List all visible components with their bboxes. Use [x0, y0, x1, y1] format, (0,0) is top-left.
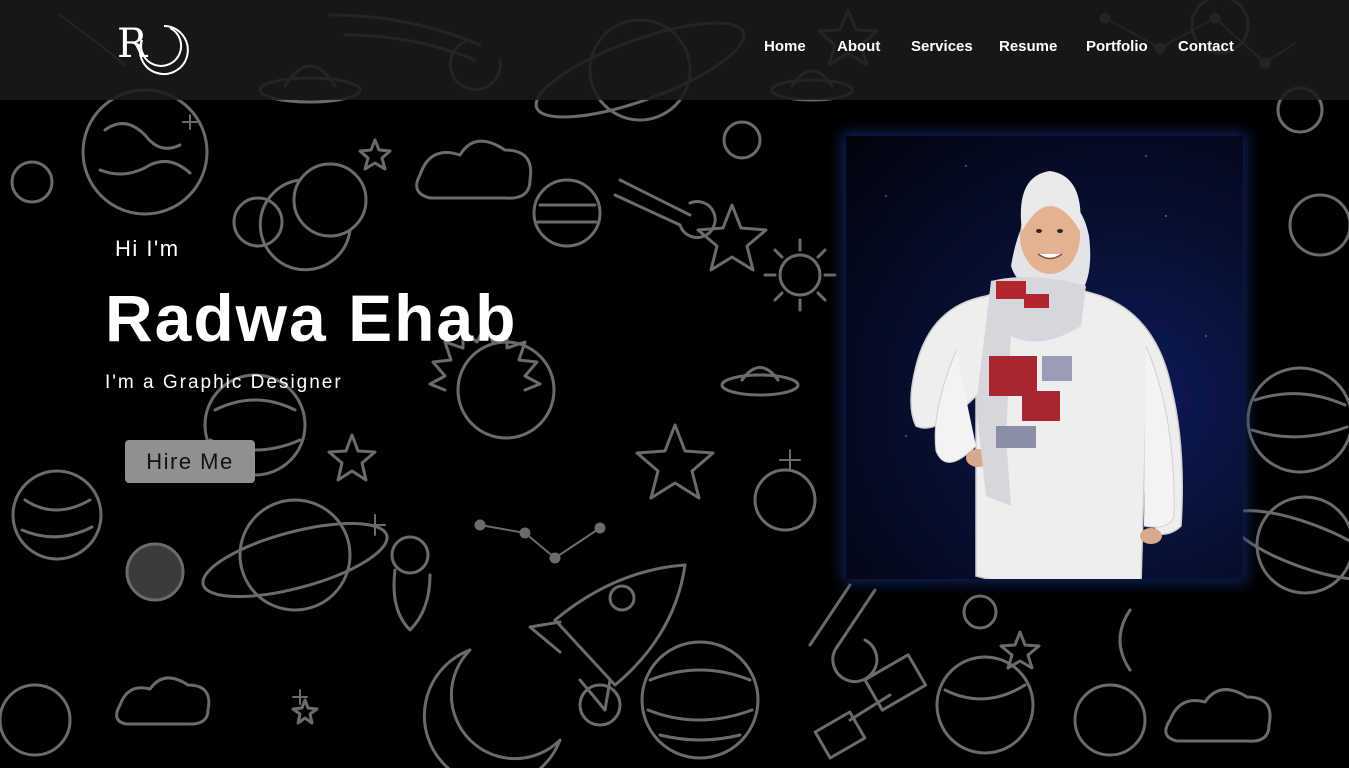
- nav-item-home[interactable]: Home: [764, 38, 806, 55]
- page: R Home About Services Resume Portfolio C…: [0, 0, 1349, 768]
- nav-links: Home About Services Resume Portfolio Con…: [0, 38, 1349, 62]
- nav-item-contact[interactable]: Contact: [1178, 38, 1234, 55]
- nav-item-services[interactable]: Services: [911, 38, 973, 55]
- nav-item-resume[interactable]: Resume: [999, 38, 1057, 55]
- navbar: R Home About Services Resume Portfolio C…: [0, 0, 1349, 100]
- profile-photo: [846, 136, 1243, 579]
- nav-item-about[interactable]: About: [837, 38, 880, 55]
- hire-me-button[interactable]: Hire Me: [125, 440, 255, 483]
- hero-greeting: Hi I'm: [115, 236, 180, 261]
- hero-name: Radwa Ehab: [105, 281, 518, 355]
- profile-illustration: [885, 155, 1207, 579]
- nav-item-portfolio[interactable]: Portfolio: [1086, 38, 1148, 55]
- hero-role: I'm a Graphic Designer: [105, 372, 343, 393]
